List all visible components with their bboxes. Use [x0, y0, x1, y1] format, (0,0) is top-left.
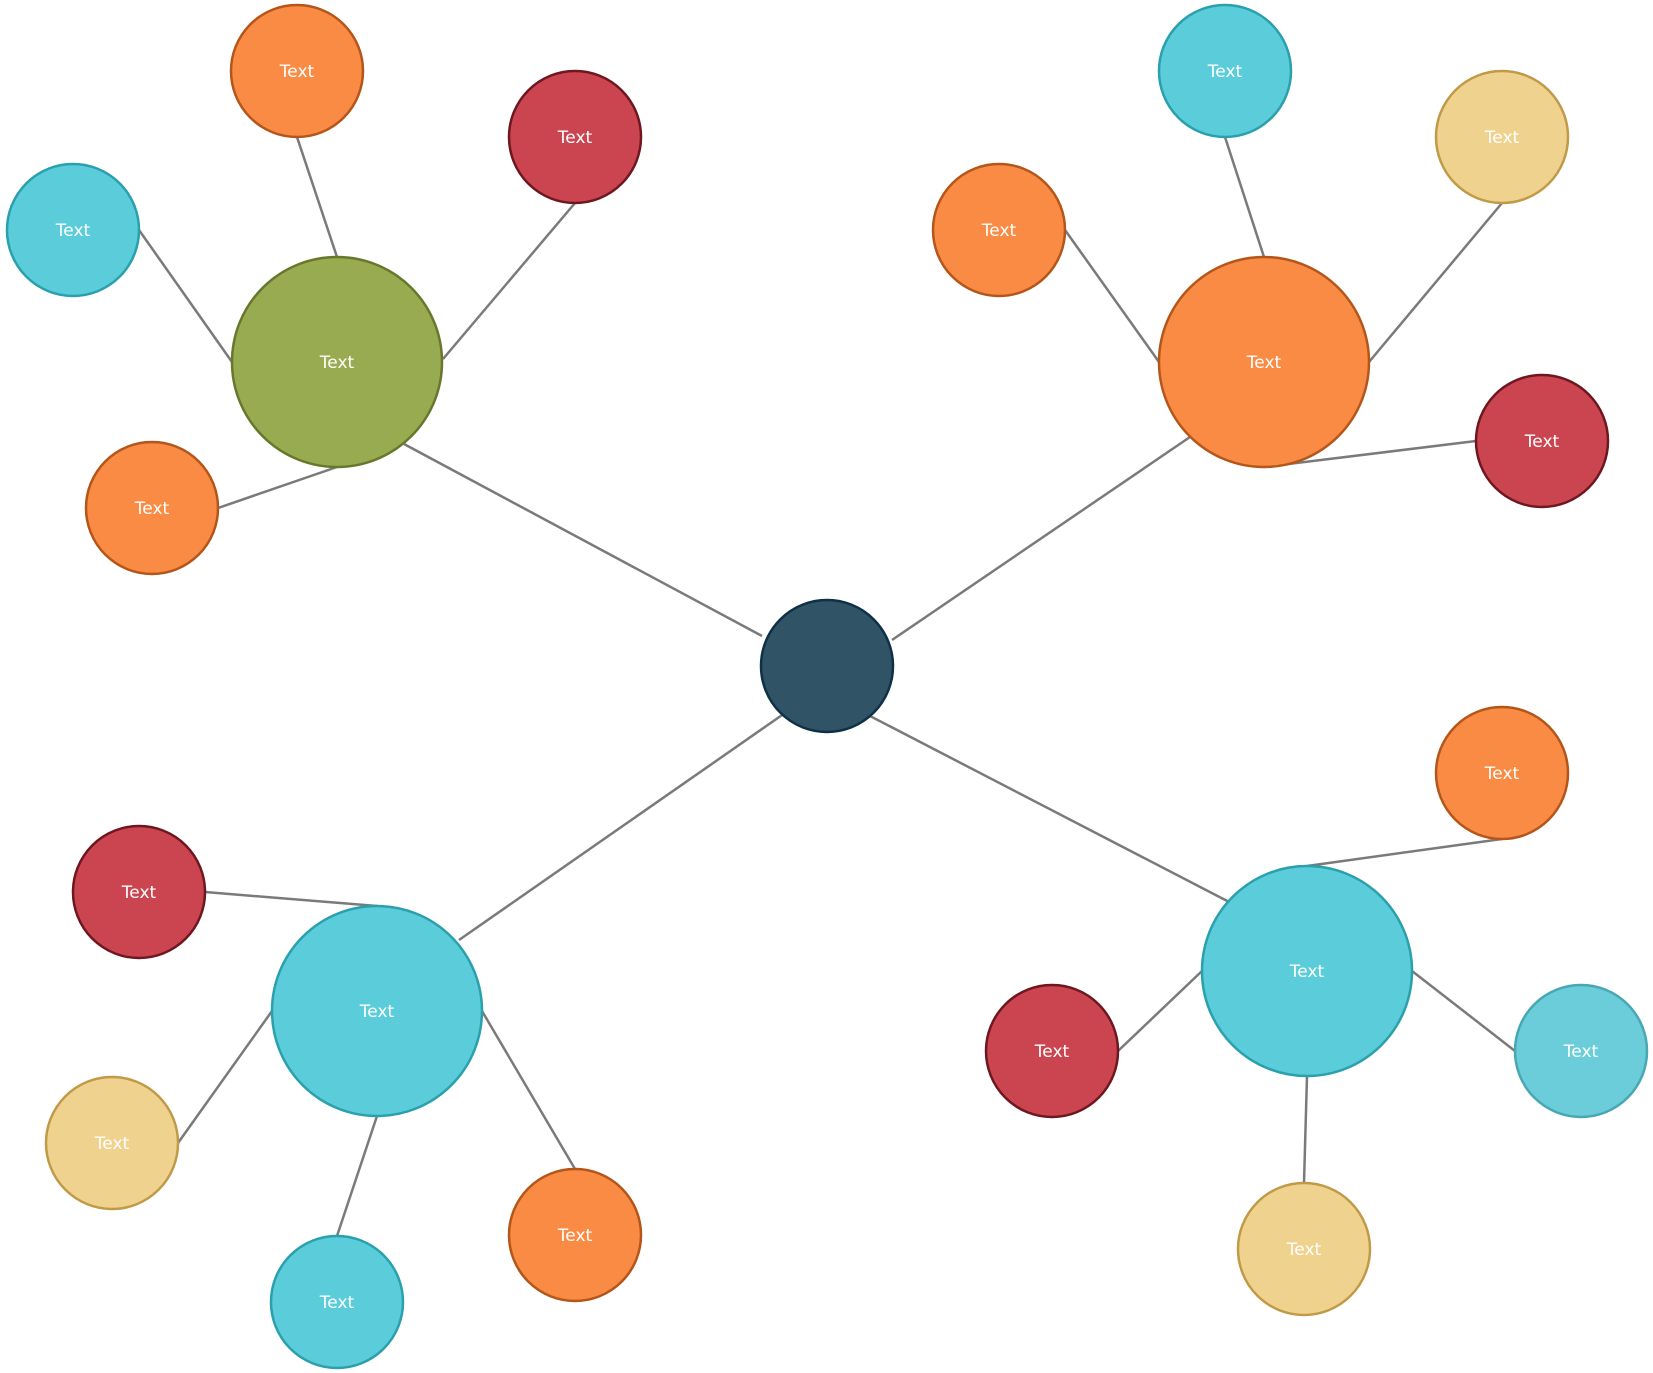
edge-nw-4 [217, 465, 338, 510]
edge-se-4 [1302, 1075, 1309, 1184]
edge-hub-se [869, 714, 1234, 906]
center-node[interactable] [759, 598, 895, 734]
edge-hub-sw [458, 711, 786, 942]
edge-se-1 [1306, 837, 1503, 868]
node-label: Text [55, 221, 91, 241]
edge-sw-3 [335, 1115, 379, 1237]
node-label: Text [1563, 1042, 1599, 1062]
node-label: Text [1207, 62, 1243, 82]
edge-nw-2 [442, 202, 576, 360]
leaf-node-sw-1[interactable]: Text [71, 824, 207, 960]
edge-hub-ne [891, 435, 1191, 642]
node-label: Text [279, 62, 315, 82]
edge-nw-3 [137, 229, 234, 363]
node-label: Text [134, 499, 170, 519]
node-label: Text [1524, 432, 1560, 452]
node-label: Text [1246, 353, 1282, 373]
leaf-node-se-4[interactable]: Text [1236, 1181, 1372, 1317]
node-label: Text [319, 1293, 355, 1313]
nodes: Text Text Text Text Text Text Text Text Text Text… [5, 3, 1649, 1370]
edge-sw-1 [204, 890, 378, 908]
node-label: Text [1034, 1042, 1070, 1062]
edge-se-2 [1117, 970, 1203, 1052]
edge-sw-2 [176, 1010, 274, 1144]
leaf-node-nw-3[interactable]: Text [5, 162, 141, 298]
node-label: Text [557, 1226, 593, 1246]
edge-ne-2 [1368, 202, 1503, 363]
hub-node-se[interactable]: Text [1200, 864, 1414, 1078]
edge-ne-3 [1063, 229, 1161, 363]
node-label: Text [1286, 1240, 1322, 1260]
leaf-node-se-1[interactable]: Text [1434, 705, 1570, 841]
leaf-node-nw-2[interactable]: Text [507, 69, 643, 205]
leaf-node-se-3[interactable]: Text [1513, 983, 1649, 1119]
edge-ne-1 [1223, 136, 1266, 258]
leaf-node-ne-2[interactable]: Text [1434, 69, 1570, 205]
leaf-node-sw-4[interactable]: Text [507, 1167, 643, 1303]
edge-se-3 [1411, 970, 1516, 1052]
leaf-node-se-2[interactable]: Text [984, 983, 1120, 1119]
edge-hub-nw [403, 442, 763, 638]
node-circle[interactable] [759, 598, 895, 734]
node-label: Text [359, 1002, 395, 1022]
edge-sw-4 [480, 1010, 577, 1170]
node-label: Text [1484, 128, 1520, 148]
node-label: Text [319, 353, 355, 373]
edge-nw-1 [295, 136, 339, 258]
leaf-node-ne-3[interactable]: Text [931, 162, 1067, 298]
hub-node-nw[interactable]: Text [230, 255, 444, 469]
node-label: Text [1289, 962, 1325, 982]
leaf-node-nw-4[interactable]: Text [84, 440, 220, 576]
leaf-node-ne-4[interactable]: Text [1474, 373, 1610, 509]
node-label: Text [94, 1134, 130, 1154]
node-label: Text [121, 883, 157, 903]
leaf-node-sw-3[interactable]: Text [269, 1234, 405, 1370]
hub-node-sw[interactable]: Text [270, 904, 484, 1118]
leaf-node-nw-1[interactable]: Text [229, 3, 365, 139]
leaf-node-ne-1[interactable]: Text [1157, 3, 1293, 139]
node-label: Text [981, 221, 1017, 241]
bubble-diagram: Text Text Text Text Text Text Text Text Text Text… [5, 3, 1649, 1370]
hub-node-ne[interactable]: Text [1157, 255, 1371, 469]
node-label: Text [557, 128, 593, 148]
leaf-node-sw-2[interactable]: Text [44, 1075, 180, 1211]
node-label: Text [1484, 764, 1520, 784]
